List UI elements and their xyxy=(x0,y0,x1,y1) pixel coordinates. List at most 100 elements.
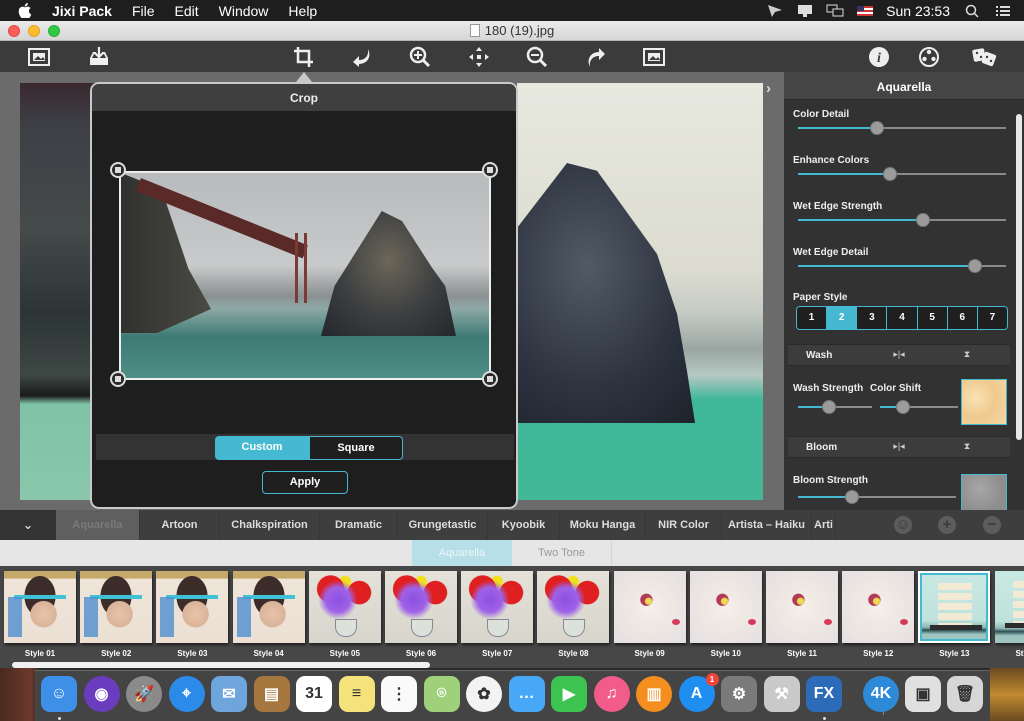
preset-thumbnail[interactable] xyxy=(385,571,457,643)
crop-mode-custom[interactable]: Custom xyxy=(215,436,309,460)
bloom-strength-slider[interactable] xyxy=(798,490,956,504)
wet-edge-strength-slider[interactable] xyxy=(798,213,1006,227)
preset-thumbnail[interactable] xyxy=(918,571,991,643)
preset-thumbnail[interactable] xyxy=(461,571,534,643)
crop-handle-top-right[interactable] xyxy=(482,162,498,178)
clock[interactable]: Sun 23:53 xyxy=(886,3,950,19)
preset-thumbnail[interactable] xyxy=(232,571,305,643)
flip-horizontal-icon[interactable]: ▸|◂ xyxy=(892,349,906,363)
zoom-in-button[interactable] xyxy=(407,45,433,69)
community-icon[interactable]: ☺ xyxy=(894,516,912,534)
crop-handle-bottom-left[interactable] xyxy=(110,371,126,387)
paper-style-option-6[interactable]: 6 xyxy=(947,307,978,329)
flip-vertical-icon[interactable]: ⧗ xyxy=(960,349,974,363)
spotlight-search-icon[interactable] xyxy=(964,4,982,18)
move-button[interactable] xyxy=(466,45,492,69)
dock-ibooks-icon[interactable]: ▥ xyxy=(636,676,672,712)
crop-image[interactable] xyxy=(119,171,491,380)
preset-thumbnail[interactable] xyxy=(308,571,381,643)
paper-style-option-4[interactable]: 4 xyxy=(887,307,918,329)
preset-thumbnail[interactable] xyxy=(156,571,229,643)
color-detail-slider[interactable] xyxy=(798,121,1006,135)
preset-thumbnail[interactable] xyxy=(613,571,686,643)
paper-style-option-1[interactable]: 1 xyxy=(797,307,828,329)
paper-style-option-7[interactable]: 7 xyxy=(977,307,1007,329)
preset-thumbnail[interactable] xyxy=(994,571,1024,643)
dock-finder-icon[interactable]: ☺ xyxy=(41,676,77,712)
image-view-button[interactable] xyxy=(26,45,52,69)
style-tab-artoon[interactable]: Artoon xyxy=(140,510,220,540)
wash-strength-slider[interactable] xyxy=(798,400,872,414)
enhance-colors-slider[interactable] xyxy=(798,167,1006,181)
dock-system-preferences-icon[interactable]: ⚙ xyxy=(721,676,757,712)
fit-image-button[interactable] xyxy=(641,45,667,69)
dock-downloads-stack-icon[interactable]: ▣ xyxy=(905,676,941,712)
chevron-right-icon[interactable]: › xyxy=(766,80,771,97)
dock-mail-icon[interactable]: ✉ xyxy=(211,676,247,712)
rotate-right-button[interactable] xyxy=(583,45,609,69)
dock-launchpad-icon[interactable]: 🚀 xyxy=(126,676,162,712)
import-button[interactable] xyxy=(86,45,112,69)
style-tab-aquarella[interactable]: Aquarella xyxy=(56,510,140,540)
flip-horizontal-icon[interactable]: ▸|◂ xyxy=(892,441,906,455)
wet-edge-detail-slider[interactable] xyxy=(798,259,1006,273)
dock-contacts-icon[interactable]: ▤ xyxy=(253,676,290,712)
paper-style-option-3[interactable]: 3 xyxy=(857,307,888,329)
wash-section-header[interactable]: Wash ▸|◂ ⧗ xyxy=(788,344,1010,366)
bloom-section-header[interactable]: Bloom ▸|◂ ⧗ xyxy=(788,436,1010,458)
screen-mirror-icon[interactable] xyxy=(826,4,844,18)
subtab-aquarella[interactable]: Aquarella xyxy=(412,540,512,566)
preset-thumbnail[interactable] xyxy=(766,571,838,643)
dock-trash-icon[interactable]: 🗑 xyxy=(947,676,983,712)
dock-calendar-icon[interactable]: 31 xyxy=(296,676,332,712)
style-tab-kyoobik[interactable]: Kyoobik xyxy=(488,510,560,540)
style-tab-grungetastic[interactable]: Grungetastic xyxy=(398,510,488,540)
menu-window[interactable]: Window xyxy=(219,3,269,19)
pointer-tool-icon[interactable] xyxy=(766,4,784,18)
paper-style-option-2[interactable]: 2 xyxy=(827,307,858,329)
dock-app-store-icon[interactable]: A1 xyxy=(678,673,719,712)
dock-maps-icon[interactable]: ⌾ xyxy=(423,676,460,712)
us-flag-icon[interactable] xyxy=(856,4,874,18)
menu-app-name[interactable]: Jixi Pack xyxy=(52,3,112,19)
style-tab-moku-hanga[interactable]: Moku Hanga xyxy=(560,510,646,540)
style-tab-nir-color[interactable]: NIR Color xyxy=(646,510,722,540)
preset-thumbnail[interactable] xyxy=(842,571,915,643)
crop-mode-square[interactable]: Square xyxy=(309,436,403,460)
dock-notes-icon[interactable]: ≡ xyxy=(338,676,375,712)
menu-help[interactable]: Help xyxy=(288,3,317,19)
dock-messages-icon[interactable]: … xyxy=(508,676,545,712)
flip-vertical-icon[interactable]: ⧗ xyxy=(960,441,974,455)
menu-edit[interactable]: Edit xyxy=(175,3,199,19)
apple-icon[interactable] xyxy=(18,3,32,18)
subtab-two-tone[interactable]: Two Tone xyxy=(512,540,612,566)
notification-center-icon[interactable] xyxy=(994,4,1012,18)
add-icon[interactable]: + xyxy=(938,516,956,534)
style-tab-arti[interactable]: Arti xyxy=(812,510,836,540)
preset-thumbnail[interactable] xyxy=(80,571,153,643)
bloom-texture-swatch[interactable] xyxy=(961,474,1007,510)
crop-button[interactable] xyxy=(291,45,317,69)
dock-facetime-icon[interactable]: ▶ xyxy=(551,676,587,712)
dock-siri-icon[interactable]: ◉ xyxy=(83,676,120,712)
preset-thumbnail[interactable] xyxy=(537,571,610,643)
crop-handle-top-left[interactable] xyxy=(110,162,126,178)
display-icon[interactable] xyxy=(796,4,814,18)
random-button[interactable] xyxy=(970,45,1000,69)
dock-photos-icon[interactable]: ✿ xyxy=(466,676,502,712)
crop-handle-bottom-right[interactable] xyxy=(482,371,498,387)
preset-thumbnail[interactable] xyxy=(4,571,76,643)
style-tab-artista-haiku[interactable]: Artista – Haiku xyxy=(722,510,812,540)
dock-xcode-instruments-icon[interactable]: ⚒ xyxy=(763,676,800,712)
zoom-out-button[interactable] xyxy=(524,45,550,69)
dock-reminders-icon[interactable]: ⋮ xyxy=(381,676,417,712)
preset-thumbnail[interactable] xyxy=(689,571,762,643)
menu-file[interactable]: File xyxy=(132,3,155,19)
dock-jixipix-icon[interactable]: FX xyxy=(806,676,842,712)
settings-button[interactable] xyxy=(916,45,942,69)
chevron-down-icon[interactable]: ⌄ xyxy=(0,510,56,540)
remove-icon[interactable]: − xyxy=(983,516,1001,534)
panel-scrollbar[interactable] xyxy=(1016,114,1022,440)
color-shift-slider[interactable] xyxy=(880,400,958,414)
dock-safari-icon[interactable]: ⌖ xyxy=(168,676,205,712)
